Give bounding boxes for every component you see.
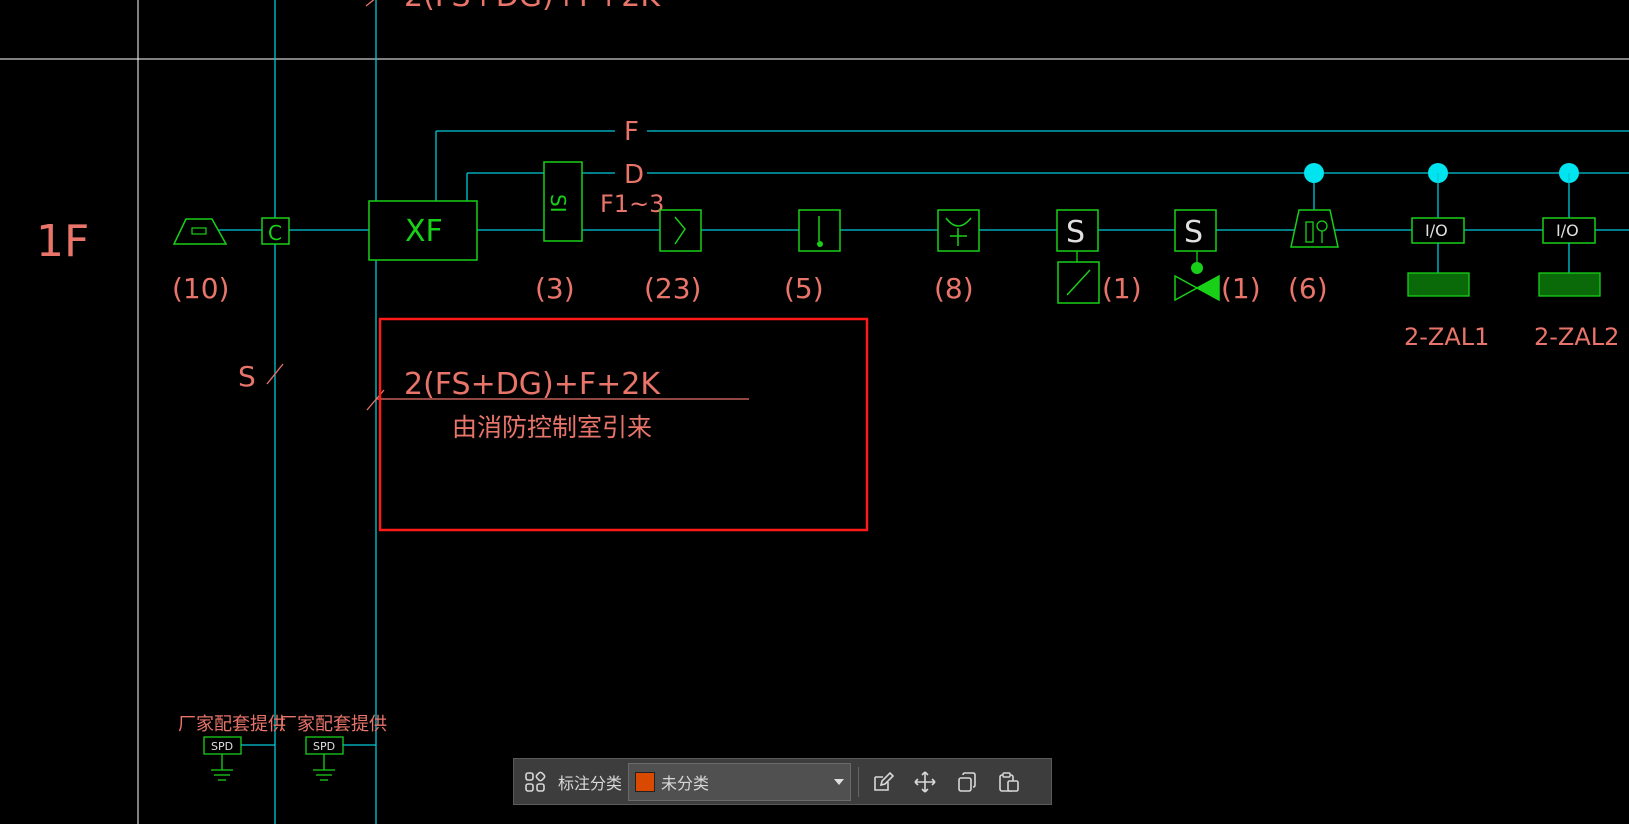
- range-label: F1~3: [600, 190, 664, 218]
- grid-icon: [525, 771, 546, 792]
- count-label: (10): [172, 272, 229, 305]
- move-button[interactable]: [908, 765, 942, 799]
- spd-label: SPD: [211, 740, 233, 753]
- heat-detector-device[interactable]: [798, 209, 841, 252]
- flow-switch-device[interactable]: [1057, 261, 1100, 304]
- signal-valve-device[interactable]: [1174, 262, 1220, 302]
- source-note: 由消防控制室引来: [452, 413, 652, 442]
- cable-note: 2(FS+DG)+F+2K: [404, 367, 661, 402]
- panel-name-2: 2-ZAL2: [1534, 323, 1619, 351]
- top-tick: [365, 0, 375, 7]
- copy-icon: [958, 771, 976, 792]
- count-label: (1): [1221, 272, 1261, 305]
- count-label: (5): [784, 272, 824, 305]
- edit-icon: [874, 771, 895, 791]
- s-riser-label: S: [238, 360, 256, 393]
- panel-box-2[interactable]: [1538, 272, 1601, 297]
- panel-box-1[interactable]: [1407, 272, 1470, 297]
- spd-assembly-1[interactable]: 厂家配套提供 SPD: [178, 714, 286, 781]
- sounder-device[interactable]: [937, 209, 980, 252]
- count-label: (3): [535, 272, 575, 305]
- smoke-detector-device[interactable]: [659, 209, 702, 252]
- paste-icon: [999, 771, 1019, 792]
- count-label: (23): [644, 272, 701, 305]
- s-module-label-a: S: [1066, 215, 1085, 250]
- c-module-label: C: [268, 221, 282, 245]
- trapezoid-device[interactable]: [172, 218, 228, 245]
- top-cut-text: 2(FS+DG)+F+2K: [404, 0, 661, 14]
- category-color-swatch: [635, 771, 656, 792]
- category-select[interactable]: 未分类: [628, 762, 852, 801]
- move-icon: [914, 770, 936, 793]
- bus-junction-dot-1: [1304, 163, 1324, 183]
- count-label: (6): [1288, 272, 1328, 305]
- edit-button[interactable]: [866, 765, 900, 799]
- io-module-label-1: I/O: [1425, 221, 1448, 240]
- si-isolator-label: SI: [546, 194, 570, 213]
- supplier-note: 厂家配套提供: [178, 714, 286, 735]
- spd-label: SPD: [313, 740, 335, 753]
- cad-canvas[interactable]: 2(FS+DG)+F+2K 1F F D F1~3 C XF SI: [0, 0, 1629, 824]
- annotation-toolbar: 标注分类 未分类: [513, 758, 1052, 805]
- chevron-down-icon: [834, 778, 845, 785]
- bus-d-label: D: [624, 160, 644, 190]
- count-label: (1): [1102, 272, 1142, 305]
- count-label: (8): [934, 272, 974, 305]
- grid-button[interactable]: [518, 765, 552, 799]
- xf-controller-label: XF: [405, 214, 443, 249]
- s-module-label-b: S: [1184, 215, 1203, 250]
- panel-name-1: 2-ZAL1: [1404, 323, 1489, 351]
- supplier-note: 厂家配套提供: [279, 714, 387, 735]
- toolbar-divider: [858, 766, 860, 797]
- category-label: 标注分类: [558, 773, 623, 793]
- paste-button[interactable]: [992, 765, 1026, 799]
- floor-label: 1F: [36, 216, 89, 267]
- bus-f-label: F: [624, 117, 639, 147]
- io-module-label-2: I/O: [1556, 221, 1579, 240]
- copy-button[interactable]: [950, 765, 984, 799]
- spd-assembly-2[interactable]: 厂家配套提供 SPD: [279, 714, 387, 781]
- category-select-value: 未分类: [661, 773, 710, 793]
- hydrant-button-device[interactable]: [1290, 173, 1339, 248]
